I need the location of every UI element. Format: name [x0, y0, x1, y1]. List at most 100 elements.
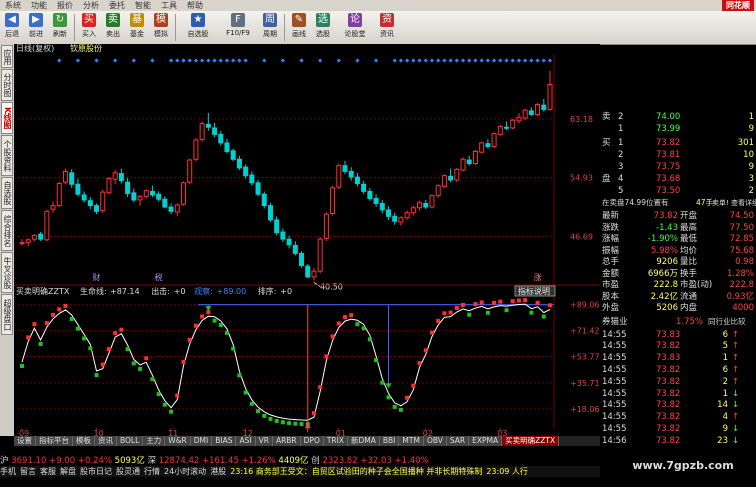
candle	[56, 182, 62, 208]
indicator-tab[interactable]: 设置	[14, 436, 36, 446]
menu-item[interactable]: 智能	[130, 0, 156, 11]
status-item[interactable]: 港股	[210, 467, 226, 476]
orderbook-price[interactable]: 74.00	[656, 112, 680, 122]
chart-area[interactable]: 日线(复权) 钦原股份 63.18 54.93 46.69 40.50 财 税 涨买卖明确ZZT…	[14, 44, 600, 436]
left-tab[interactable]: K线图	[1, 102, 13, 134]
event-label[interactable]: 税	[155, 272, 163, 282]
orderbook-price[interactable]: 73.99	[656, 124, 680, 134]
toolbar-button[interactable]: 周周期	[259, 11, 281, 44]
menu-item[interactable]: 报价	[52, 0, 78, 11]
indicator-tab[interactable]: SAR	[446, 436, 470, 446]
indicator-tab[interactable]: BIAS	[212, 436, 237, 446]
toolbar-label: 选股	[316, 30, 330, 38]
orderbook-price[interactable]: 73.75	[656, 162, 680, 172]
orderbook-price[interactable]: 73.81	[656, 150, 680, 160]
indicator-tab[interactable]: EXPMA	[469, 436, 503, 446]
left-tab[interactable]: 应用	[1, 45, 13, 68]
menu-item[interactable]: 帮助	[182, 0, 208, 11]
left-tab[interactable]: 自选股	[1, 177, 13, 209]
indicator-tab[interactable]: VR	[255, 436, 273, 446]
sector-name[interactable]: 券猫业	[602, 317, 628, 327]
candle	[299, 251, 305, 268]
toolbar-button[interactable]: ◀ 后退	[1, 11, 23, 44]
status-item[interactable]: 行情	[144, 467, 160, 476]
toolbar-button[interactable]: 卖卖出	[102, 11, 124, 44]
indicator-tab[interactable]: BBI	[379, 436, 400, 446]
menu-item[interactable]: 系统	[0, 0, 26, 11]
indicator-tab[interactable]: DPO	[300, 436, 324, 446]
status-item[interactable]: 留言	[20, 467, 36, 476]
stat-label: 均价	[680, 245, 698, 256]
event-label[interactable]: 财	[93, 272, 101, 282]
orderbook-price[interactable]: 73.68	[656, 174, 680, 184]
indicator-tab[interactable]: BOLL	[117, 436, 144, 446]
news-scroll[interactable]: 23:16 商务部王受文：自贸区试验田的种子会全国播种 并非长期特殊制	[230, 467, 482, 476]
tick-down-arrow-icon: ↓	[732, 400, 740, 411]
menu-item[interactable]: 分析	[78, 0, 104, 11]
indicator-tab[interactable]: 资讯	[95, 436, 117, 446]
toolbar-button[interactable]: ★ 自选股	[179, 11, 217, 44]
toolbar-button[interactable]: ↻ 刷新	[49, 11, 71, 44]
orderbook-price[interactable]: 73.82	[656, 138, 680, 148]
indicator-tab[interactable]: MTM	[399, 436, 424, 446]
kline-chart[interactable]: 日线(复权) 钦原股份 63.18 54.93 46.69 40.50 财 税 涨买卖明确ZZT…	[14, 44, 600, 436]
index-ticker[interactable]: 沪 3691.10 +9.00 +0.24% 5093亿 深 12874.42 …	[0, 456, 600, 466]
stat-label: 总手	[602, 257, 620, 267]
indicator-tab[interactable]: W&R	[165, 436, 191, 446]
indicator-dot	[20, 364, 24, 368]
toolbar-button[interactable]: 论论股堂	[336, 11, 374, 44]
toolbar-button[interactable]: ✎ 画线	[288, 11, 310, 44]
indicator-dot	[224, 330, 229, 335]
indicator-tab[interactable]: 买卖明确ZZTX	[502, 436, 560, 446]
candle	[94, 203, 100, 215]
toolbar-separator	[175, 14, 176, 41]
left-tab[interactable]: 牛叉诊股	[1, 252, 13, 293]
indicator-help-button[interactable]: 指标说明	[514, 285, 556, 297]
toolbar-button[interactable]: 资资讯	[376, 11, 398, 44]
signal-diamond	[131, 58, 136, 63]
indicator-tab[interactable]: DMI	[190, 436, 213, 446]
indicator-tab[interactable]: ARBR	[272, 436, 301, 446]
left-tab[interactable]: 综合排名	[1, 210, 13, 251]
indicator-tab[interactable]: 模板	[73, 436, 95, 446]
indicator-tab[interactable]: 主力	[143, 436, 166, 446]
indicator-tab[interactable]: TRIX	[323, 436, 348, 446]
menu-item[interactable]: 委托	[104, 0, 130, 11]
status-item[interactable]: 客服	[40, 467, 56, 476]
status-item[interactable]: 股灵通	[116, 467, 140, 476]
candle	[62, 168, 68, 185]
candle	[441, 174, 447, 188]
indicator-tab[interactable]: ASI	[236, 436, 256, 446]
left-tab[interactable]: 分时图	[1, 69, 13, 101]
status-item[interactable]: 24小时滚动	[164, 467, 206, 476]
indicator-tab[interactable]: 新DMA	[348, 436, 380, 446]
status-item[interactable]: 解盘	[60, 467, 76, 476]
toolbar-button[interactable]: F F10/F9	[219, 11, 257, 44]
menu-item[interactable]: 功能	[26, 0, 52, 11]
order-notice[interactable]: 在卖盘74.99位置有	[602, 198, 668, 208]
toolbar-button[interactable]: 买买入	[78, 11, 100, 44]
left-tab[interactable]: 个股资料	[1, 135, 13, 176]
news-right[interactable]: 23:09 人行	[486, 467, 528, 476]
toolbar-button[interactable]: 选选股	[312, 11, 334, 44]
status-item[interactable]: 手机	[0, 467, 16, 476]
left-tab[interactable]: 超级盘口	[1, 294, 13, 335]
indicator-dot	[535, 300, 540, 305]
indicator-dot	[386, 395, 391, 400]
indicator-tab[interactable]: 指标平台	[36, 436, 73, 446]
sector-compare-link[interactable]: 同行业比较	[708, 317, 746, 327]
order-notice-link[interactable]: 卖单! 查看详细	[712, 198, 756, 208]
toolbar-button[interactable]: ▶ 前进	[25, 11, 47, 44]
toolbar-button[interactable]: 基基金	[126, 11, 148, 44]
indicator-tab[interactable]: OBV	[423, 436, 447, 446]
indicator-dot	[75, 326, 80, 331]
event-label[interactable]: 涨	[534, 272, 542, 282]
status-item[interactable]: 股市日记	[80, 467, 112, 476]
menu-item[interactable]: 工具	[156, 0, 182, 11]
toolbar-button[interactable]: 模模拟	[150, 11, 172, 44]
tick-price: 73.83	[656, 329, 681, 340]
candle	[516, 113, 522, 124]
signal-diamond	[373, 58, 379, 63]
orderbook-price[interactable]: 73.50	[656, 186, 680, 196]
stat-value: 77.50	[729, 222, 754, 233]
